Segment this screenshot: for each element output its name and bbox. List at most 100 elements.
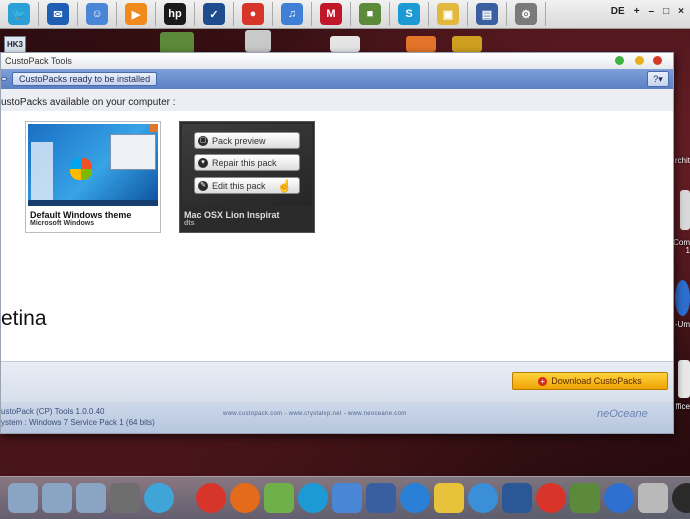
top-bar-separator (545, 2, 546, 26)
ready-to-install-button[interactable]: CustoPacks ready to be installed (12, 72, 158, 86)
dock-folder-icon[interactable] (42, 483, 72, 513)
dock-skype-icon[interactable] (298, 483, 328, 513)
dock-minecraft-icon[interactable] (570, 483, 600, 513)
top-bar-separator (194, 2, 195, 26)
vlc-icon[interactable]: ▶ (125, 3, 147, 25)
plus-icon: + (538, 376, 548, 386)
edit-pack-label: Edit this pack (212, 180, 266, 191)
dock-itunes-icon[interactable] (604, 483, 634, 513)
close-icon[interactable]: × (678, 6, 684, 17)
dock-folder-icon[interactable] (76, 483, 106, 513)
minecraft-desktop-icon[interactable] (160, 32, 194, 54)
top-bar-separator (506, 2, 507, 26)
window-titlebar: CustoPack Tools (1, 53, 673, 69)
top-bar-separator (467, 2, 468, 26)
neoceane-logo: neOceane (597, 408, 648, 420)
window-minimize-icon[interactable] (615, 56, 624, 65)
section-title: ustoPacks available on your computer : (1, 97, 176, 108)
download-custopacks-button[interactable]: + Download CustoPacks (512, 372, 668, 390)
repair-pack-button[interactable]: ▾ Repair this pack (194, 154, 300, 171)
system-text: ystem : Windows 7 Service Pack 1 (64 bit… (1, 418, 155, 427)
app-desktop-icon-2[interactable] (680, 190, 690, 230)
pack-name: Default Windows theme (30, 210, 132, 220)
top-bar-separator (311, 2, 312, 26)
top-bar-separator (77, 2, 78, 26)
dock-safari-icon[interactable] (468, 483, 498, 513)
toolbar-button-prev[interactable] (1, 77, 7, 81)
mcafee-icon[interactable]: M (320, 3, 342, 25)
preview-icon: ▢ (198, 135, 208, 146)
repair-icon: ▾ (198, 157, 208, 168)
settings-icon[interactable]: ⚙ (515, 3, 537, 25)
skype-icon[interactable]: S (398, 3, 420, 25)
top-bar-separator (428, 2, 429, 26)
dock-trash-icon[interactable] (638, 483, 668, 513)
chrome-icon[interactable]: ● (242, 3, 264, 25)
dock-folder-icon[interactable] (8, 483, 38, 513)
start-menu-shape (31, 142, 53, 200)
window-maximize-icon[interactable] (635, 56, 644, 65)
pack-author: dts (184, 220, 195, 227)
website-links[interactable]: www.custopack.com - www.crystalxp.net - … (223, 411, 407, 417)
office-desktop-icon[interactable] (678, 360, 690, 398)
document-desktop-icon[interactable] (330, 36, 360, 52)
minimize-icon[interactable]: – (649, 6, 655, 17)
edit-icon: ✎ (198, 180, 208, 191)
dock-app-round-icon[interactable] (144, 483, 174, 513)
dock-ie-icon[interactable] (400, 483, 430, 513)
top-bar-separator (155, 2, 156, 26)
pack-name: Mac OSX Lion Inspirat (184, 210, 280, 220)
help-dropdown-button[interactable]: ?▾ (647, 71, 669, 87)
dock-photos-icon[interactable] (264, 483, 294, 513)
top-bar-right: DE + – □ × (611, 6, 684, 17)
top-bar-separator (233, 2, 234, 26)
dock-finder-icon[interactable] (332, 483, 362, 513)
window-preview-shape (110, 134, 156, 170)
locale-indicator[interactable]: DE (611, 6, 625, 17)
film-icon[interactable]: ▤ (476, 3, 498, 25)
top-icon-bar: 🐦 ✉ ☺ ▶ hp ✓ ● ♫ M ■ S ▣ ▤ ⚙ DE + – □ × (0, 0, 690, 29)
overlay-text: etina (1, 307, 47, 330)
dock-stickies-icon[interactable] (434, 483, 464, 513)
top-bar-separator (350, 2, 351, 26)
stocks-icon[interactable]: ✓ (203, 3, 225, 25)
restore-icon[interactable]: □ (663, 6, 669, 17)
dock-settings-icon[interactable] (110, 483, 140, 513)
outlook-icon[interactable]: ✉ (47, 3, 69, 25)
repair-pack-label: Repair this pack (212, 157, 277, 168)
pack-card-default-windows[interactable]: Default Windows theme Microsoft Windows (25, 121, 161, 233)
pack-preview-button[interactable]: ▢ Pack preview (194, 132, 300, 149)
folder-icon[interactable]: ▣ (437, 3, 459, 25)
hp-icon[interactable]: hp (164, 3, 186, 25)
version-text: ustoPack (CP) Tools 1.0.0.40 (1, 407, 105, 416)
action-bar: + Download CustoPacks (1, 361, 673, 402)
side-label-4: -Um (674, 320, 690, 329)
finder-icon[interactable]: ☺ (86, 3, 108, 25)
minecraft-icon[interactable]: ■ (359, 3, 381, 25)
dock (0, 476, 690, 519)
twitter-icon[interactable]: 🐦 (8, 3, 30, 25)
taskbar-shape (28, 200, 158, 206)
packs-content-area: Default Windows theme Microsoft Windows … (1, 111, 673, 361)
dock-app-circles-icon[interactable] (536, 483, 566, 513)
itunes-icon[interactable]: ♫ (281, 3, 303, 25)
hand-cursor-icon: ☝ (277, 179, 292, 193)
folder-desktop-icon[interactable] (406, 36, 436, 52)
drive-desktop-icon[interactable] (245, 30, 271, 52)
dock-clock-icon[interactable] (672, 483, 690, 513)
dock-word-icon[interactable] (502, 483, 532, 513)
app-desktop-icon[interactable] (452, 36, 482, 52)
pack-card-mac-osx-lion[interactable]: ▢ Pack preview ▾ Repair this pack ✎ Edit… (179, 121, 315, 233)
windows-logo-icon (70, 158, 92, 180)
dock-firefox-icon[interactable] (230, 483, 260, 513)
window-close-icon[interactable] (653, 56, 662, 65)
window-toolbar: CustoPacks ready to be installed ?▾ (1, 69, 673, 89)
pack-author: Microsoft Windows (30, 220, 95, 227)
window-title: CustoPack Tools (5, 56, 72, 66)
top-bar-separator (116, 2, 117, 26)
dock-film-icon[interactable] (366, 483, 396, 513)
bluetooth-desktop-icon[interactable] (675, 280, 690, 316)
dock-chrome-icon[interactable] (196, 483, 226, 513)
side-label-1: rchit (674, 156, 690, 165)
add-icon[interactable]: + (634, 6, 640, 17)
